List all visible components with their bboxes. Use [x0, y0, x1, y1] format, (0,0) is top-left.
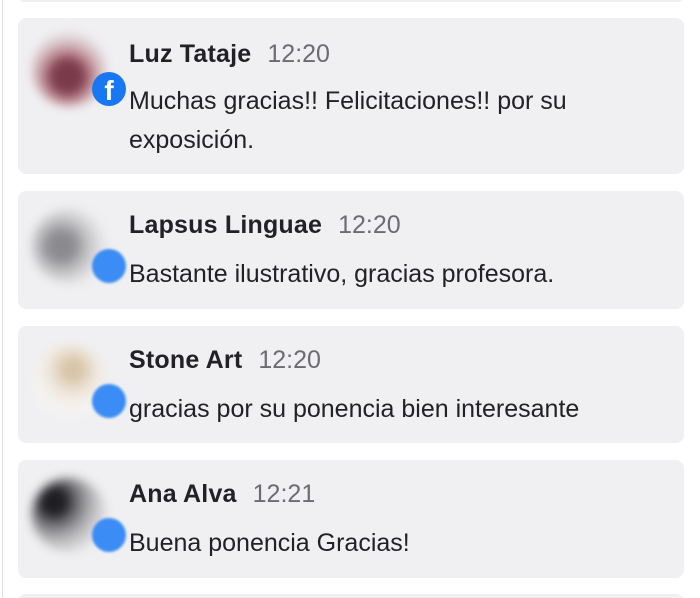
- comment-feed: f Luz Tataje 12:20 Muchas gracias!! Feli…: [0, 0, 700, 598]
- author-name[interactable]: Luz Tataje: [129, 40, 251, 69]
- comment-card: Ana Alva 12:21 Buena ponencia Gracias!: [18, 460, 684, 578]
- avatar[interactable]: [32, 478, 126, 552]
- timestamp: 12:20: [267, 40, 330, 68]
- timestamp: 12:21: [252, 480, 316, 508]
- author-name[interactable]: Stone Art: [129, 346, 242, 375]
- facebook-icon: [92, 518, 126, 552]
- comment-card: f Luz Tataje 12:20 Muchas gracias!! Feli…: [18, 18, 684, 174]
- author-name[interactable]: Ana Alva: [129, 480, 237, 509]
- comment-card: Stone Art 12:20 gracias por su ponencia …: [18, 326, 684, 443]
- comment-card-partial: [18, 0, 684, 2]
- avatar[interactable]: f: [32, 32, 126, 106]
- avatar[interactable]: [32, 344, 126, 418]
- comment-text: Muchas gracias!! Felicitaciones!! por su…: [129, 87, 567, 154]
- comment-text: Buena ponencia Gracias!: [129, 529, 410, 557]
- author-name[interactable]: Lapsus Linguae: [129, 211, 322, 240]
- comment-header: Ana Alva 12:21: [129, 480, 315, 509]
- comment-card-partial: [18, 594, 684, 598]
- facebook-icon: [92, 249, 126, 283]
- comment-text: gracias por su ponencia bien interesante: [129, 395, 580, 423]
- comment-header: Stone Art 12:20: [129, 346, 321, 375]
- comment-text: Bastante ilustrativo, gracias profesora.: [129, 260, 555, 288]
- facebook-icon: [92, 384, 126, 418]
- comment-header: Luz Tataje 12:20: [129, 40, 330, 69]
- timestamp: 12:20: [258, 346, 321, 374]
- comment-card: Lapsus Linguae 12:20 Bastante ilustrativ…: [18, 191, 684, 309]
- facebook-icon: f: [92, 72, 126, 106]
- timestamp: 12:20: [338, 211, 401, 239]
- divider: [2, 0, 3, 598]
- avatar[interactable]: [32, 209, 126, 283]
- comment-header: Lapsus Linguae 12:20: [129, 211, 401, 240]
